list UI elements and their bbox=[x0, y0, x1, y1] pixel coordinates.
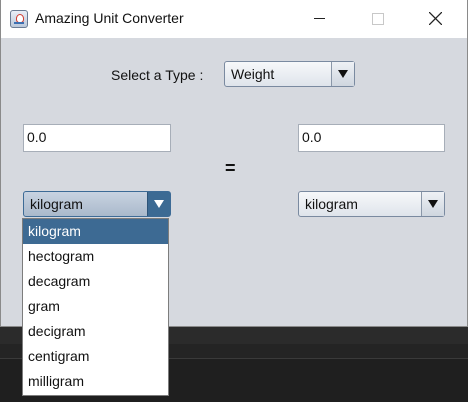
dropdown-option-decigram[interactable]: decigram bbox=[23, 319, 168, 344]
chevron-down-icon[interactable] bbox=[147, 192, 170, 216]
left-value-input[interactable]: 0.0 bbox=[23, 124, 171, 152]
right-unit-select[interactable]: kilogram bbox=[298, 191, 445, 217]
chevron-down-icon[interactable] bbox=[421, 192, 444, 216]
right-value-input[interactable]: 0.0 bbox=[298, 124, 445, 152]
type-label: Select a Type : bbox=[111, 67, 204, 83]
right-unit-value: kilogram bbox=[305, 196, 358, 212]
unit-dropdown-list: kilogram hectogram decagram gram decigra… bbox=[22, 218, 169, 396]
dropdown-option-milligram[interactable]: milligram bbox=[23, 369, 168, 394]
dropdown-option-centigram[interactable]: centigram bbox=[23, 344, 168, 369]
type-select[interactable]: Weight bbox=[224, 61, 355, 87]
close-icon bbox=[429, 12, 442, 25]
chevron-down-icon[interactable] bbox=[331, 62, 354, 86]
left-unit-select[interactable]: kilogram bbox=[23, 191, 171, 217]
java-app-icon bbox=[10, 10, 28, 28]
dropdown-option-gram[interactable]: gram bbox=[23, 294, 168, 319]
window-title: Amazing Unit Converter bbox=[35, 10, 184, 26]
maximize-button[interactable] bbox=[353, 0, 399, 38]
type-select-value: Weight bbox=[231, 66, 275, 82]
close-button[interactable] bbox=[412, 0, 458, 38]
title-bar: Amazing Unit Converter bbox=[1, 0, 467, 38]
left-unit-value: kilogram bbox=[30, 196, 83, 212]
dropdown-option-hectogram[interactable]: hectogram bbox=[23, 244, 168, 269]
dropdown-option-decagram[interactable]: decagram bbox=[23, 269, 168, 294]
minimize-button[interactable] bbox=[297, 0, 343, 38]
equals-sign: = bbox=[225, 158, 236, 178]
dropdown-option-kilogram[interactable]: kilogram bbox=[23, 219, 168, 244]
